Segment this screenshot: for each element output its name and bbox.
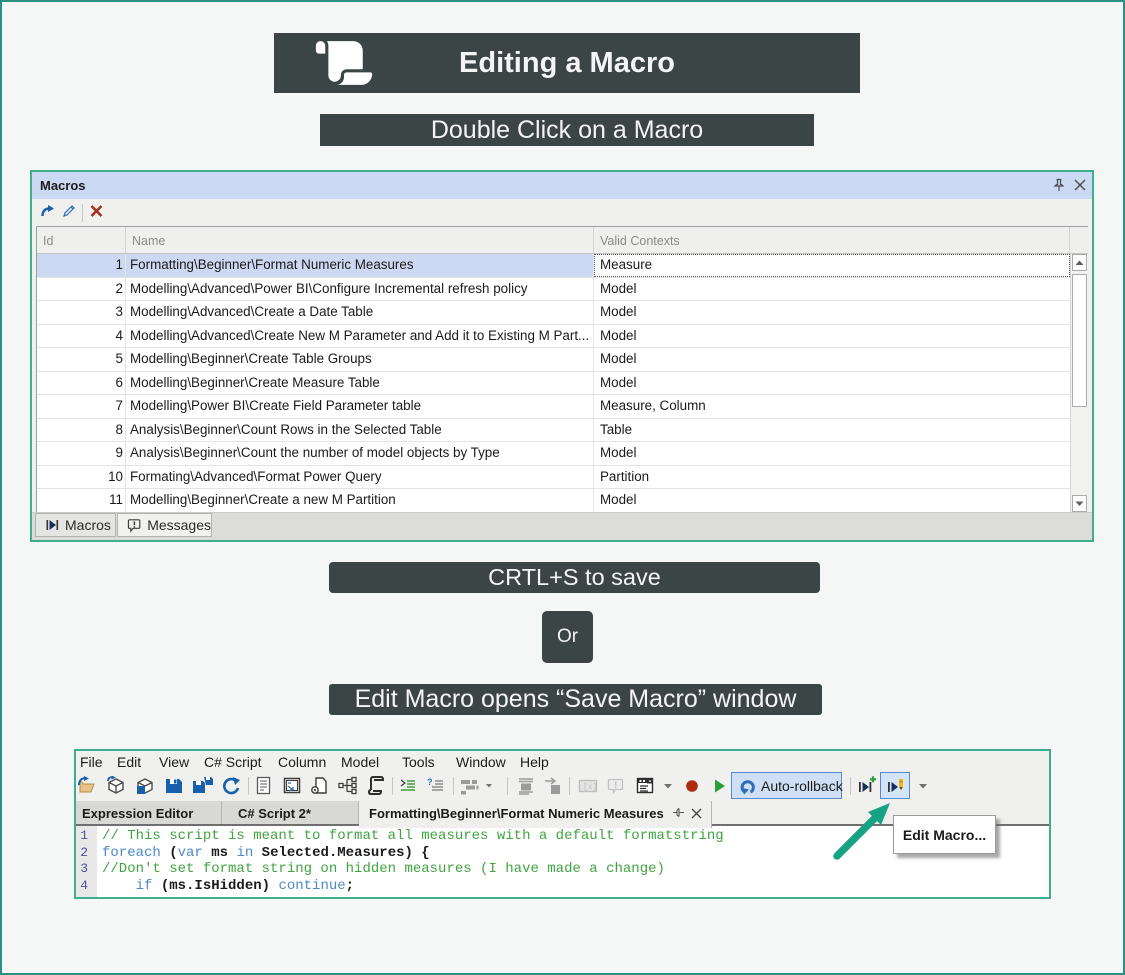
svg-text:?: ? [427, 777, 433, 787]
svg-text:[x]: [x] [583, 783, 597, 792]
